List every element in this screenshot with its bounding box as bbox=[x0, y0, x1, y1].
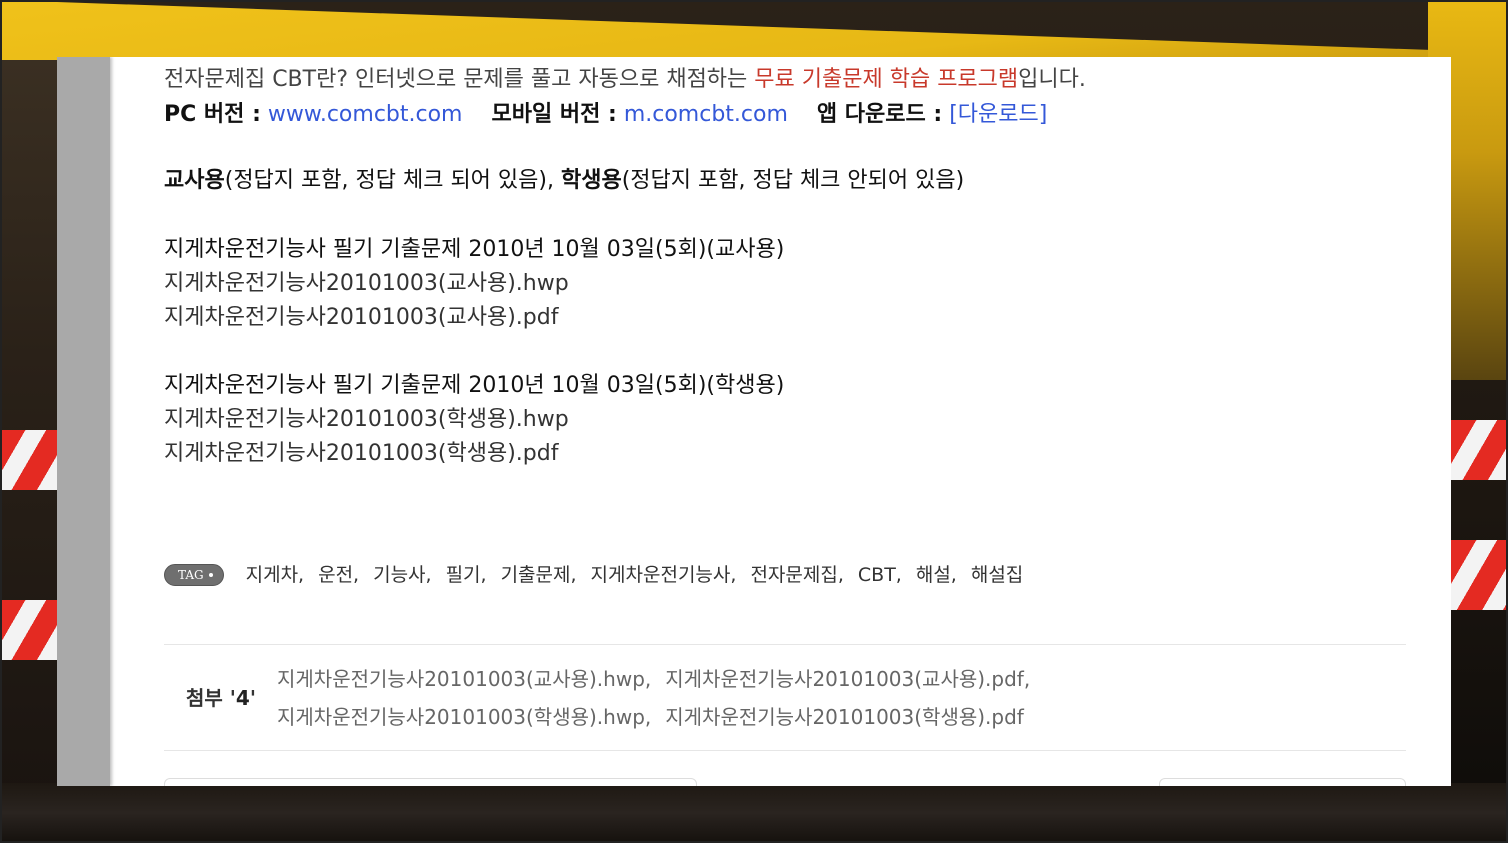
tag-item[interactable]: 전자문제집, bbox=[750, 558, 843, 592]
attachment-count: 4 bbox=[235, 686, 250, 710]
file-link[interactable]: 지게차운전기능사20101003(학생용).hwp bbox=[164, 403, 784, 437]
attachment-row: 지게차운전기능사20101003(교사용).hwp, 지게차운전기능사201010… bbox=[277, 660, 1044, 698]
attachment-label-text: 첨부 ' bbox=[186, 686, 236, 710]
file-link[interactable]: 지게차운전기능사20101003(교사용).pdf bbox=[164, 301, 784, 335]
attachment-list: 지게차운전기능사20101003(교사용).hwp, 지게차운전기능사201010… bbox=[277, 660, 1044, 736]
background-stripe-right-2 bbox=[1451, 540, 1508, 610]
tag-badge: TAG bbox=[164, 564, 224, 586]
tag-item[interactable]: 해설집 bbox=[971, 558, 1023, 592]
pc-version-link[interactable]: www.comcbt.com bbox=[268, 102, 463, 127]
file-link[interactable]: 지게차운전기능사20101003(학생용).pdf bbox=[164, 437, 784, 471]
usage-description: 교사용(정답지 포함, 정답 체크 되어 있음), 학생용(정답지 포함, 정답… bbox=[164, 164, 964, 198]
tag-item[interactable]: 지게차, bbox=[246, 558, 304, 592]
tag-item[interactable]: 해설, bbox=[916, 558, 957, 592]
dot-icon bbox=[208, 573, 213, 577]
background-stripe-left-1 bbox=[0, 430, 60, 490]
version-links: PC 버전 : www.comcbt.com 모바일 버전 : m.comcbt… bbox=[164, 98, 1047, 132]
attachment-link[interactable]: 지게차운전기능사20101003(학생용).pdf bbox=[665, 705, 1024, 729]
student-desc: (정답지 포함, 정답 체크 안되어 있음) bbox=[621, 168, 965, 193]
intro-suffix: 입니다. bbox=[1018, 67, 1086, 92]
tag-item[interactable]: 기출문제, bbox=[501, 558, 577, 592]
app-download-label: 앱 다운로드 : bbox=[816, 102, 943, 127]
tag-badge-label: TAG bbox=[178, 568, 204, 582]
background-stripe-left-2 bbox=[0, 600, 60, 660]
group-title: 지게차운전기능사 필기 기출문제 2010년 10월 03일(5회)(교사용) bbox=[164, 237, 785, 262]
attachment-link[interactable]: 지게차운전기능사20101003(교사용).pdf, bbox=[665, 667, 1030, 691]
app-download-link[interactable]: [다운로드] bbox=[949, 102, 1047, 127]
tag-item[interactable]: 지게차운전기능사, bbox=[591, 558, 737, 592]
attachment-top-divider bbox=[164, 644, 1406, 645]
teacher-desc: (정답지 포함, 정답 체크 되어 있음), bbox=[224, 168, 561, 193]
mobile-version-link[interactable]: m.comcbt.com bbox=[624, 102, 788, 127]
post-card: 전자문제집 CBT란? 인터넷으로 문제를 풀고 자동으로 채점하는 무료 기출… bbox=[57, 57, 1451, 786]
intro-highlight: 무료 기출문제 학습 프로그램 bbox=[754, 67, 1019, 92]
student-file-group: 지게차운전기능사 필기 기출문제 2010년 10월 03일(5회)(학생용) … bbox=[164, 369, 784, 471]
teacher-label: 교사용 bbox=[164, 168, 225, 193]
next-post-box[interactable] bbox=[1159, 778, 1406, 786]
background-stripe-right-1 bbox=[1451, 420, 1508, 480]
attachment-bottom-divider bbox=[164, 750, 1406, 751]
mobile-version-label: 모바일 버전 : bbox=[491, 102, 617, 127]
intro-prefix: 전자문제집 CBT란? 인터넷으로 문제를 풀고 자동으로 채점하는 bbox=[164, 67, 755, 92]
pc-version-label: PC 버전 : bbox=[164, 102, 261, 127]
tag-item[interactable]: 기능사, bbox=[373, 558, 431, 592]
group-title: 지게차운전기능사 필기 기출문제 2010년 10월 03일(5회)(학생용) bbox=[164, 373, 785, 398]
prev-post-box[interactable] bbox=[164, 778, 697, 786]
tag-item[interactable]: 필기, bbox=[446, 558, 487, 592]
student-label: 학생용 bbox=[560, 168, 622, 193]
tag-item[interactable]: CBT, bbox=[858, 558, 902, 592]
file-link[interactable]: 지게차운전기능사20101003(교사용).hwp bbox=[164, 267, 784, 301]
background-bottom bbox=[0, 783, 1508, 843]
card-left-rail bbox=[57, 57, 110, 786]
attachment-link[interactable]: 지게차운전기능사20101003(학생용).hwp, bbox=[277, 705, 651, 729]
intro-text: 전자문제집 CBT란? 인터넷으로 문제를 풀고 자동으로 채점하는 무료 기출… bbox=[164, 63, 1086, 97]
attachment-label: 첨부 '4' bbox=[186, 681, 256, 715]
tag-list: TAG 지게차, 운전, 기능사, 필기, 기출문제, 지게차운전기능사, 전자… bbox=[164, 558, 1037, 592]
attachment-link[interactable]: 지게차운전기능사20101003(교사용).hwp, bbox=[277, 667, 651, 691]
teacher-file-group: 지게차운전기능사 필기 기출문제 2010년 10월 03일(5회)(교사용) … bbox=[164, 233, 784, 335]
tag-item[interactable]: 운전, bbox=[318, 558, 359, 592]
attachment-row: 지게차운전기능사20101003(학생용).hwp, 지게차운전기능사201010… bbox=[277, 698, 1044, 736]
attachment-label-end: ' bbox=[249, 686, 256, 710]
